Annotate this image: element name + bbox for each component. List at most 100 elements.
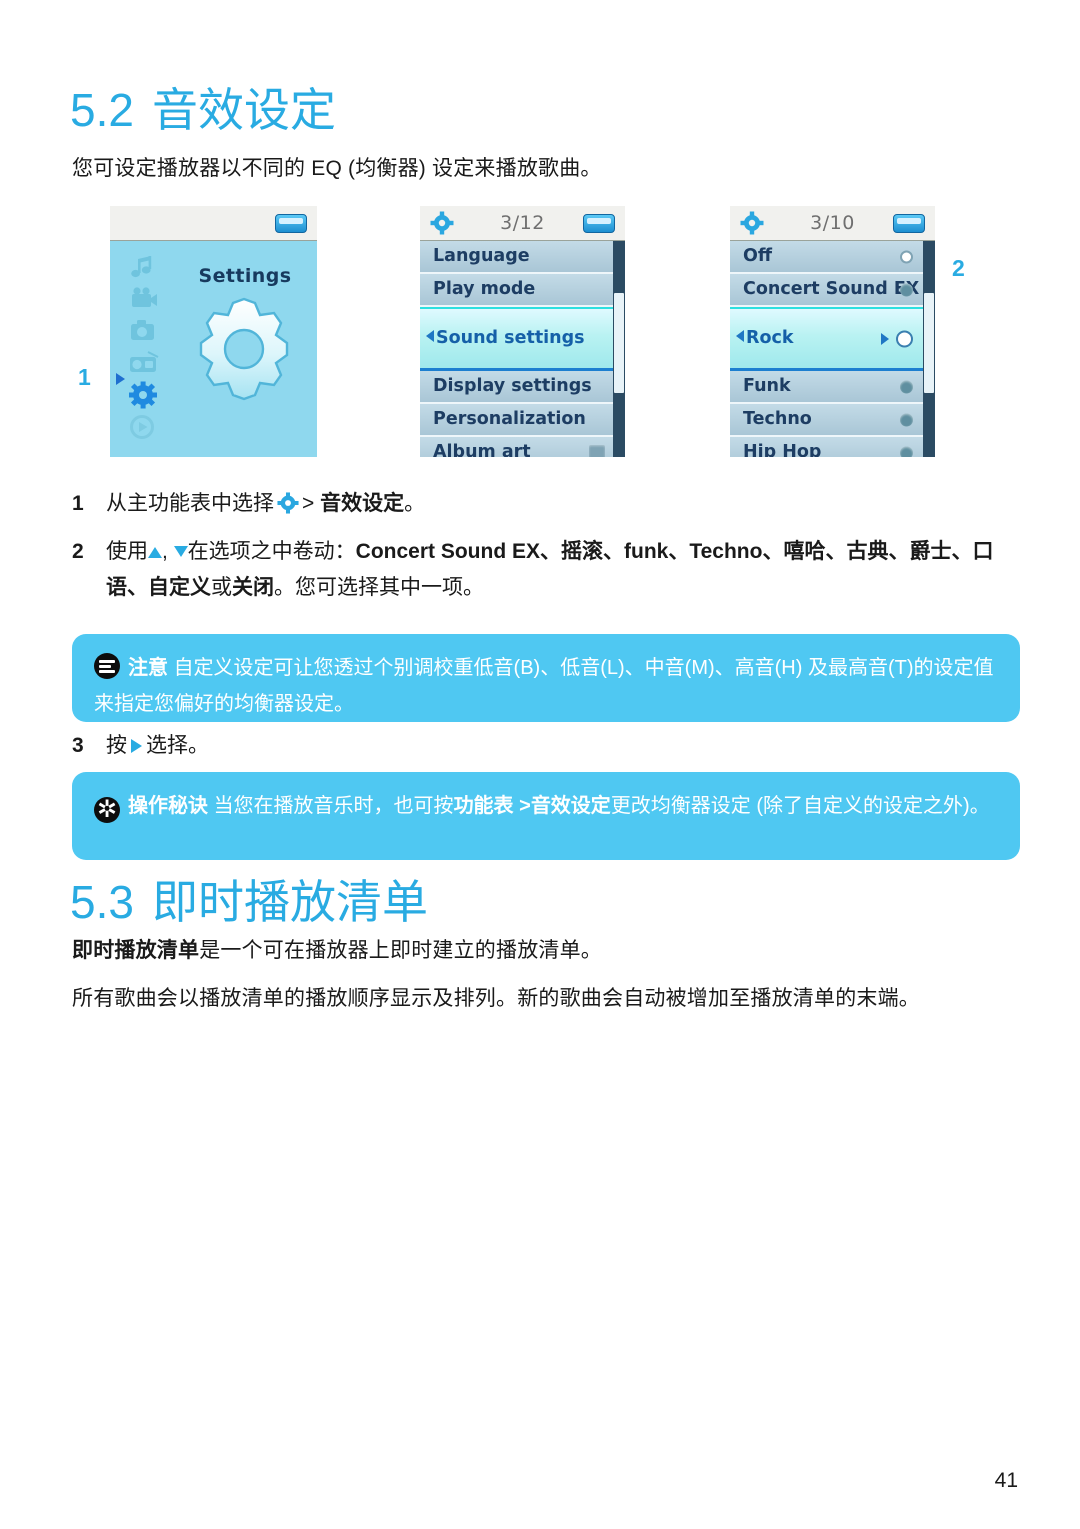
step-2-number: 2 <box>72 540 84 563</box>
list-item[interactable]: Display settings <box>420 371 613 404</box>
list-item[interactable]: Personalization <box>420 404 613 437</box>
list-item-label: Rock <box>746 328 794 348</box>
step-3-body: 按选择。 <box>106 728 1002 764</box>
radio-button-selected-icon[interactable] <box>900 250 913 263</box>
list-item-label: Sound settings <box>436 328 585 348</box>
list-item-label: Hip Hop <box>743 442 822 457</box>
list-item-label: Personalization <box>433 409 586 429</box>
battery-icon <box>893 214 925 233</box>
triangle-down-icon <box>173 546 188 557</box>
section-heading-5-2: 5.2 音效设定 <box>70 74 336 140</box>
screen3-list: Off Concert Sound EX Rock Funk Techno Hi… <box>730 241 935 457</box>
screen3-callout-number: 2 <box>952 255 965 281</box>
tip-callout-bold-1: 功能表 > <box>453 795 531 817</box>
section-title: 音效设定 <box>151 84 336 136</box>
radio-button-icon[interactable] <box>900 413 913 426</box>
rail-selection-cursor <box>116 373 125 385</box>
screen1-icon-rail <box>128 253 162 445</box>
tip-callout-text-2: 更改均衡器设定 (除了自定义的设定之外)。 <box>610 795 990 817</box>
play-circle-icon <box>128 413 162 443</box>
step-1-bold: 音效设定 <box>320 492 405 515</box>
radio-button-icon[interactable] <box>900 283 913 296</box>
step-2-mid: 在选项之中卷动： <box>187 540 356 563</box>
step-2-suffix: 。您可选择其中一项。 <box>274 576 484 599</box>
list-item-label: Play mode <box>433 279 536 299</box>
list-item-label: Funk <box>743 376 791 396</box>
list-item-label: Off <box>743 246 773 266</box>
scrollbar-track[interactable] <box>613 241 625 457</box>
tip-callout-label: 操作秘诀 <box>128 795 208 817</box>
section53-para1-bold: 即时播放清单 <box>72 939 200 962</box>
scrollbar-thumb[interactable] <box>924 293 934 393</box>
list-item[interactable]: Off <box>730 241 923 274</box>
caret-right-icon <box>881 333 889 345</box>
triangle-up-icon <box>148 547 162 558</box>
section53-paragraph-1: 即时播放清单是一个可在播放器上即时建立的播放清单。 <box>72 934 1002 968</box>
step-2-prefix: 使用 <box>106 540 148 563</box>
step-1-text-after: 。 <box>404 492 426 515</box>
note-callout: 注意 自定义设定可让您透过个别调校重低音(B)、低音(L)、中音(M)、高音(H… <box>72 634 1020 722</box>
device-screen-eq-list: 3/10 Off Concert Sound EX Rock Funk Tech… <box>730 206 935 457</box>
list-item[interactable]: Play mode <box>420 274 613 307</box>
radio-button-icon[interactable] <box>900 446 913 457</box>
list-item-selected[interactable]: Sound settings <box>420 307 613 371</box>
gear-icon <box>277 490 299 514</box>
screen1-body: Settings <box>110 241 317 457</box>
note-callout-body: 注意 自定义设定可让您透过个别调校重低音(B)、低音(L)、中音(M)、高音(H… <box>94 650 998 722</box>
caret-left-icon <box>736 330 744 342</box>
step-2-last-option: 关闭 <box>232 576 274 599</box>
step-3-number: 3 <box>72 734 84 757</box>
list-item-label: Language <box>433 246 530 266</box>
radio-button-icon[interactable] <box>896 330 913 347</box>
screen1-title: Settings <box>198 265 292 287</box>
step-3-text-before: 按 <box>106 734 127 757</box>
section-title: 即时播放清单 <box>151 876 428 928</box>
device-screen-settings-list: 3/12 Language Play mode Sound settings D… <box>420 206 625 457</box>
list-item[interactable]: Hip Hop <box>730 437 923 457</box>
battery-icon <box>275 214 307 233</box>
radio-button-icon[interactable] <box>900 380 913 393</box>
list-item-label: Display settings <box>433 376 592 396</box>
list-item[interactable]: Language <box>420 241 613 274</box>
screen2-list: Language Play mode Sound settings Displa… <box>420 241 625 457</box>
section-number: 5.3 <box>70 876 134 928</box>
step-1-text-mid: > <box>302 492 321 515</box>
intro-paragraph: 您可设定播放器以不同的 EQ (均衡器) 设定来播放歌曲。 <box>72 157 602 180</box>
step-2-connector: 或 <box>211 576 232 599</box>
list-item[interactable]: Funk <box>730 371 923 404</box>
screen2-status-bar: 3/12 <box>420 206 625 241</box>
list-item-label: Album art <box>433 442 531 457</box>
battery-icon <box>583 214 615 233</box>
list-item-label: Concert Sound EX <box>743 279 920 299</box>
section-number: 5.2 <box>70 84 134 136</box>
step-2: 2 使用, 在选项之中卷动：Concert Sound EX、摇滚、funk、T… <box>72 534 1014 606</box>
step-3: 3 按选择。 <box>72 728 1002 764</box>
scrollbar-track[interactable] <box>923 241 935 457</box>
gear-icon-rail-selected <box>128 381 162 411</box>
device-screen-settings-home: Settings <box>110 206 317 457</box>
section-heading-5-3: 5.3 即时播放清单 <box>70 866 428 932</box>
note-icon <box>94 653 120 679</box>
tip-callout-bold-2: 音效设定 <box>530 795 611 817</box>
page-number: 41 <box>994 1469 1018 1492</box>
triangle-right-icon <box>131 739 142 753</box>
step-1: 1 从主功能表中选择 > 音效设定。 <box>72 486 1002 522</box>
step-1-number: 1 <box>72 492 84 515</box>
step-1-body: 从主功能表中选择 > 音效设定。 <box>106 486 1002 522</box>
checkbox-square-icon[interactable] <box>589 444 605 457</box>
caret-left-icon <box>426 330 434 342</box>
scrollbar-thumb[interactable] <box>614 293 624 393</box>
step-2-body: 使用, 在选项之中卷动：Concert Sound EX、摇滚、funk、Tec… <box>106 540 994 599</box>
step-1-text-before: 从主功能表中选择 <box>106 492 274 515</box>
tip-star-icon: ✲ <box>94 797 120 823</box>
screen1-callout-number: 1 <box>78 364 91 390</box>
list-item-selected[interactable]: Rock <box>730 307 923 371</box>
photo-camera-icon <box>128 317 162 347</box>
list-item[interactable]: Techno <box>730 404 923 437</box>
video-camera-icon <box>128 285 162 315</box>
list-item[interactable]: Album art <box>420 437 613 457</box>
section53-paragraph-2: 所有歌曲会以播放清单的播放顺序显示及排列。新的歌曲会自动被增加至播放清单的末端。 <box>72 987 920 1010</box>
list-item[interactable]: Concert Sound EX <box>730 274 923 307</box>
note-callout-label: 注意 <box>128 657 168 679</box>
music-note-icon <box>128 253 162 283</box>
